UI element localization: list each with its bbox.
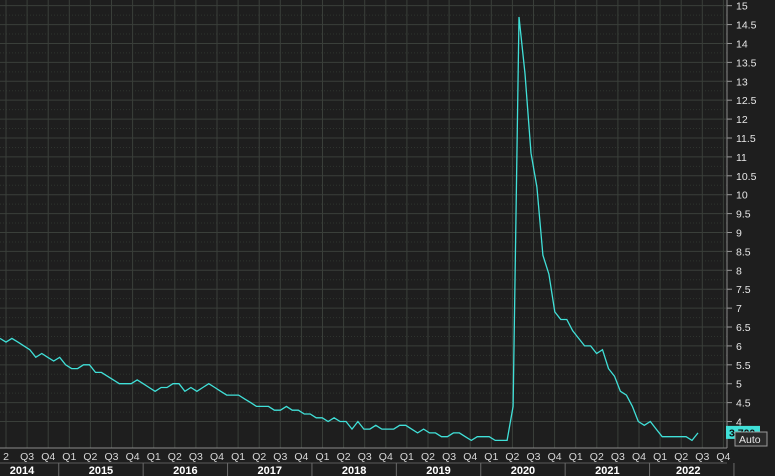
x-tick-label: Q4 (379, 451, 393, 463)
y-tick-label: 12 (736, 114, 748, 126)
x-tick-label: Q3 (104, 451, 118, 463)
x-tick-label: Q3 (20, 451, 34, 463)
year-label: 2014 (10, 465, 35, 476)
y-tick-label: 5 (736, 379, 742, 391)
x-tick-label: Q4 (463, 451, 477, 463)
x-tick-label: Q3 (189, 451, 203, 463)
x-tick-label: Q1 (484, 451, 498, 463)
x-tick-label: Q4 (548, 451, 562, 463)
year-label: 2015 (89, 465, 113, 476)
year-label: 2016 (173, 465, 197, 476)
x-tick-label: Q2 (83, 451, 97, 463)
x-tick-label: Q2 (590, 451, 604, 463)
year-label: 2017 (258, 465, 282, 476)
y-tick-label: 7.5 (736, 284, 751, 296)
x-tick-label: Q3 (358, 451, 372, 463)
x-tick-label: Q3 (695, 451, 709, 463)
x-tick-label: Q2 (168, 451, 182, 463)
y-tick-label: 11.5 (736, 133, 756, 145)
x-tick-label: Q2 (252, 451, 266, 463)
x-tick-label: Q4 (210, 451, 224, 463)
x-tick-label: Q1 (62, 451, 76, 463)
y-tick-label: 7 (736, 303, 742, 315)
x-tick-label: 2 (3, 451, 9, 463)
y-tick-label: 10 (736, 190, 748, 202)
x-tick-label: Q1 (653, 451, 667, 463)
x-tick-label: Q2 (674, 451, 688, 463)
x-tick-label: Q2 (337, 451, 351, 463)
x-tick-label: Q1 (400, 451, 414, 463)
y-tick-label: 8.5 (736, 246, 751, 258)
x-tick-label: Q4 (632, 451, 646, 463)
year-label: 2018 (342, 465, 366, 476)
y-tick-label: 9 (736, 228, 742, 240)
y-tick-label: 14 (736, 38, 748, 50)
x-tick-label: Q1 (231, 451, 245, 463)
x-tick-label: Q3 (611, 451, 625, 463)
auto-label: Auto (739, 434, 761, 446)
x-tick-label: Q1 (569, 451, 583, 463)
x-tick-label: Q2 (505, 451, 519, 463)
x-tick-label: Q1 (147, 451, 161, 463)
y-tick-label: 11 (736, 152, 747, 164)
x-tick-label: Q4 (126, 451, 140, 463)
auto-scale-button[interactable]: Auto (734, 431, 768, 447)
x-tick-label: Q1 (315, 451, 329, 463)
x-tick-label: Q3 (442, 451, 456, 463)
line-chart: 44.555.566.577.588.599.51010.51111.51212… (0, 0, 775, 476)
y-tick-label: 6 (736, 341, 742, 353)
y-tick-label: 14.5 (736, 20, 757, 32)
y-tick-label: 4.5 (736, 398, 751, 410)
year-label: 2021 (595, 465, 619, 476)
x-tick-label: Q4 (294, 451, 308, 463)
y-tick-label: 8 (736, 265, 742, 277)
y-tick-label: 10.5 (736, 171, 757, 183)
y-tick-label: 9.5 (736, 209, 751, 221)
y-tick-label: 15 (736, 1, 748, 13)
y-tick-label: 12.5 (736, 95, 757, 107)
x-tick-label: Q3 (526, 451, 540, 463)
y-tick-label: 5.5 (736, 360, 751, 372)
x-tick-label: Q4 (716, 451, 730, 463)
year-label: 2020 (511, 465, 535, 476)
y-tick-label: 13 (736, 76, 748, 88)
year-label: 2019 (426, 465, 450, 476)
x-tick-label: Q4 (41, 451, 55, 463)
x-tick-label: Q3 (273, 451, 287, 463)
y-tick-label: 6.5 (736, 322, 751, 334)
year-label: 2022 (676, 465, 700, 476)
y-tick-label: 13.5 (736, 57, 757, 69)
x-tick-label: Q2 (421, 451, 435, 463)
